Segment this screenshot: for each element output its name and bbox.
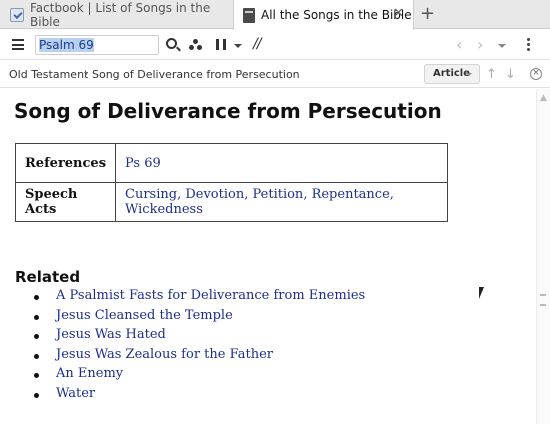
tab-songs-in-bible[interactable]: All the Songs in the Bible ✕ — [233, 0, 414, 30]
factbook-icon — [10, 7, 24, 22]
forward-icon[interactable]: › — [477, 35, 483, 54]
related-item[interactable]: Jesus Cleansed the Temple — [34, 308, 365, 328]
panel-resize-handle[interactable] — [540, 294, 546, 306]
speech-act-link[interactable]: Cursing — [125, 187, 177, 202]
breadcrumb-item-current[interactable]: Song of Deliverance from Persecution — [92, 68, 300, 81]
reference-table: References Ps 69 Speech Acts Cursing, De… — [14, 143, 449, 222]
back-icon[interactable]: ‹ — [456, 35, 462, 54]
tab-factbook[interactable]: Factbook | List of Songs in the Bible — [0, 0, 232, 29]
breadcrumb: Old Testament › Song of Deliverance from… — [0, 61, 550, 88]
link-set-icon[interactable]: // — [253, 36, 262, 52]
reference-link[interactable]: Ps 69 — [125, 156, 161, 171]
speech-act-separator: , — [389, 187, 394, 202]
mouse-cursor-icon — [479, 287, 484, 299]
speech-act-link[interactable]: Repentance — [312, 187, 390, 202]
tab-strip: Factbook | List of Songs in the Bible Al… — [0, 0, 550, 30]
book-icon — [243, 7, 255, 23]
reference-input[interactable]: Psalm 69 — [35, 35, 159, 55]
related-item[interactable]: Jesus Was Zealous for the Father — [34, 347, 365, 367]
clear-icon[interactable]: × — [530, 68, 542, 80]
references-value: Ps 69 — [115, 143, 449, 183]
breadcrumb-item-old-testament[interactable]: Old Testament — [9, 68, 88, 81]
related-item[interactable]: An Enemy — [34, 366, 365, 386]
chevron-down-icon[interactable] — [234, 44, 242, 48]
toolbar: Psalm 69 // ‹ › — [0, 30, 550, 60]
breadcrumb-separator: › — [84, 67, 89, 80]
speech-acts-label: Speech Acts — [14, 182, 117, 222]
related-item[interactable]: Jesus Was Hated — [34, 327, 365, 347]
page-title: Song of Deliverance from Persecution — [14, 99, 442, 123]
related-heading: Related — [15, 268, 81, 286]
speech-act-link[interactable]: Devotion — [185, 187, 244, 202]
related-list: A Psalmist Fasts for Deliverance from En… — [34, 288, 365, 405]
speech-act-link[interactable]: Petition — [252, 187, 303, 202]
history-dropdown-icon[interactable] — [498, 44, 506, 48]
references-label: References — [14, 143, 117, 183]
tab-label: Factbook | List of Songs in the Bible — [30, 0, 211, 29]
parallel-resources-icon[interactable] — [216, 39, 226, 50]
table-row: Speech Acts Cursing, Devotion, Petition,… — [14, 182, 449, 222]
related-item[interactable]: Water — [34, 386, 365, 406]
add-tab-button[interactable]: + — [420, 4, 435, 24]
hamburger-menu-icon[interactable] — [12, 39, 24, 50]
table-row: References Ps 69 — [14, 143, 449, 183]
arrow-down-icon[interactable]: ↓ — [505, 67, 516, 82]
related-item[interactable]: A Psalmist Fasts for Deliverance from En… — [34, 288, 365, 308]
more-options-icon[interactable] — [527, 38, 531, 52]
search-icon[interactable] — [166, 38, 177, 49]
scrollbar[interactable] — [536, 89, 550, 424]
tab-label: All the Songs in the Bible — [261, 8, 412, 22]
speech-act-separator: , — [303, 187, 312, 202]
scroll-up-icon[interactable]: ▲ — [540, 93, 547, 103]
visual-filter-icon[interactable] — [189, 39, 203, 51]
speech-acts-value: Cursing, Devotion, Petition, Repentance,… — [115, 182, 449, 222]
close-icon[interactable]: ✕ — [393, 7, 404, 21]
reference-input-value: Psalm 69 — [39, 38, 94, 52]
arrow-up-icon[interactable]: ↑ — [486, 67, 497, 82]
speech-act-link[interactable]: Wickedness — [125, 202, 203, 217]
article-dropdown-button[interactable]: Article — [424, 64, 480, 84]
article-content: Song of Deliverance from Persecution Ref… — [0, 89, 536, 424]
